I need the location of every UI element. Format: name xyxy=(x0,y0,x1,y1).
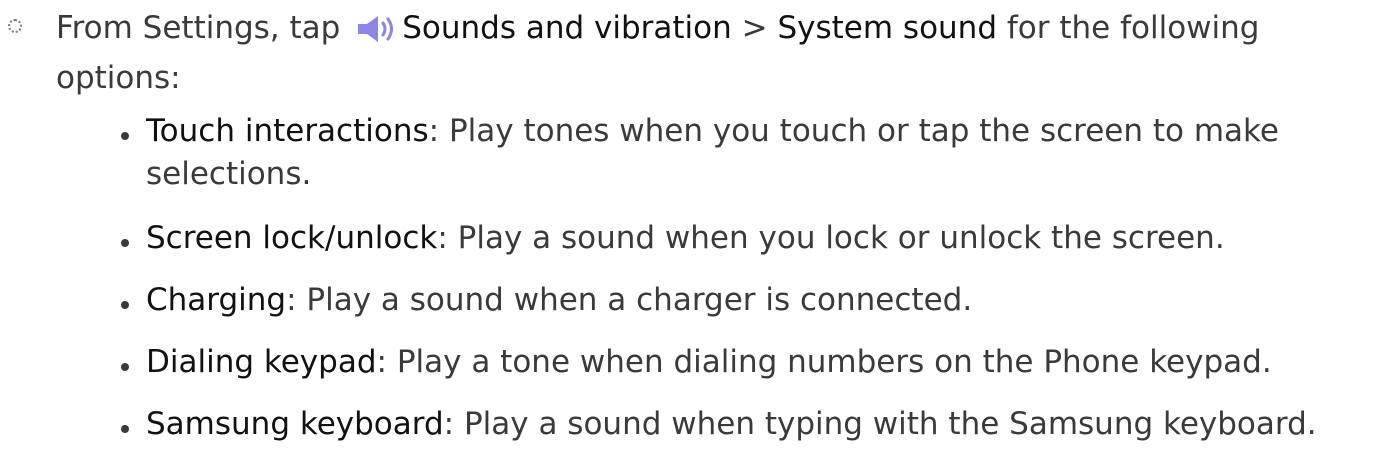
option-term: Touch interactions xyxy=(146,113,429,149)
option-term: Screen lock/unlock xyxy=(146,220,438,256)
step-text: From Settings, tap Sounds and vibration … xyxy=(56,6,1356,100)
option-term: Dialing keypad xyxy=(146,344,377,380)
list-item-text: Samsung keyboard: Play a sound when typi… xyxy=(146,403,1366,446)
option-term: Charging xyxy=(146,282,287,318)
step-marker-icon xyxy=(8,19,22,33)
bullet-dot xyxy=(121,239,129,247)
option-sep: : xyxy=(428,113,440,149)
list-item-text: Charging: Play a sound when a charger is… xyxy=(146,279,1366,322)
step-suffix: for the following xyxy=(1006,10,1260,46)
list-item-text: Touch interactions: Play tones when you … xyxy=(146,110,1366,196)
option-term: Samsung keyboard xyxy=(146,406,444,442)
option-desc: Play a sound when you lock or unlock the… xyxy=(447,220,1225,256)
menu-system-sound: System sound xyxy=(777,10,998,46)
option-desc: Play a tone when dialing numbers on the … xyxy=(386,344,1272,380)
option-desc: Play a sound when a charger is connected… xyxy=(296,282,973,318)
option-sep: : xyxy=(376,344,387,380)
step-prefix: From Settings, tap xyxy=(56,10,341,46)
menu-sounds-and-vibration: Sounds and vibration xyxy=(402,10,732,46)
option-sep: : xyxy=(437,220,448,256)
option-sep: : xyxy=(286,282,297,318)
speaker-icon xyxy=(356,12,398,56)
breadcrumb-separator: > xyxy=(741,10,768,46)
step-suffix-continued: options: xyxy=(56,60,181,96)
bullet-dot xyxy=(121,425,129,433)
list-item-text: Dialing keypad: Play a tone when dialing… xyxy=(146,341,1366,384)
option-sep: : xyxy=(443,406,455,442)
option-desc: Play a sound when typing with the Samsun… xyxy=(454,406,1317,442)
option-desc: Play tones when you touch or tap the scr… xyxy=(439,113,1279,149)
bullet-dot xyxy=(121,132,129,140)
option-desc-continued: selections. xyxy=(146,156,312,192)
bullet-dot xyxy=(121,301,129,309)
list-item-text: Screen lock/unlock: Play a sound when yo… xyxy=(146,217,1366,260)
bullet-dot xyxy=(121,363,129,371)
